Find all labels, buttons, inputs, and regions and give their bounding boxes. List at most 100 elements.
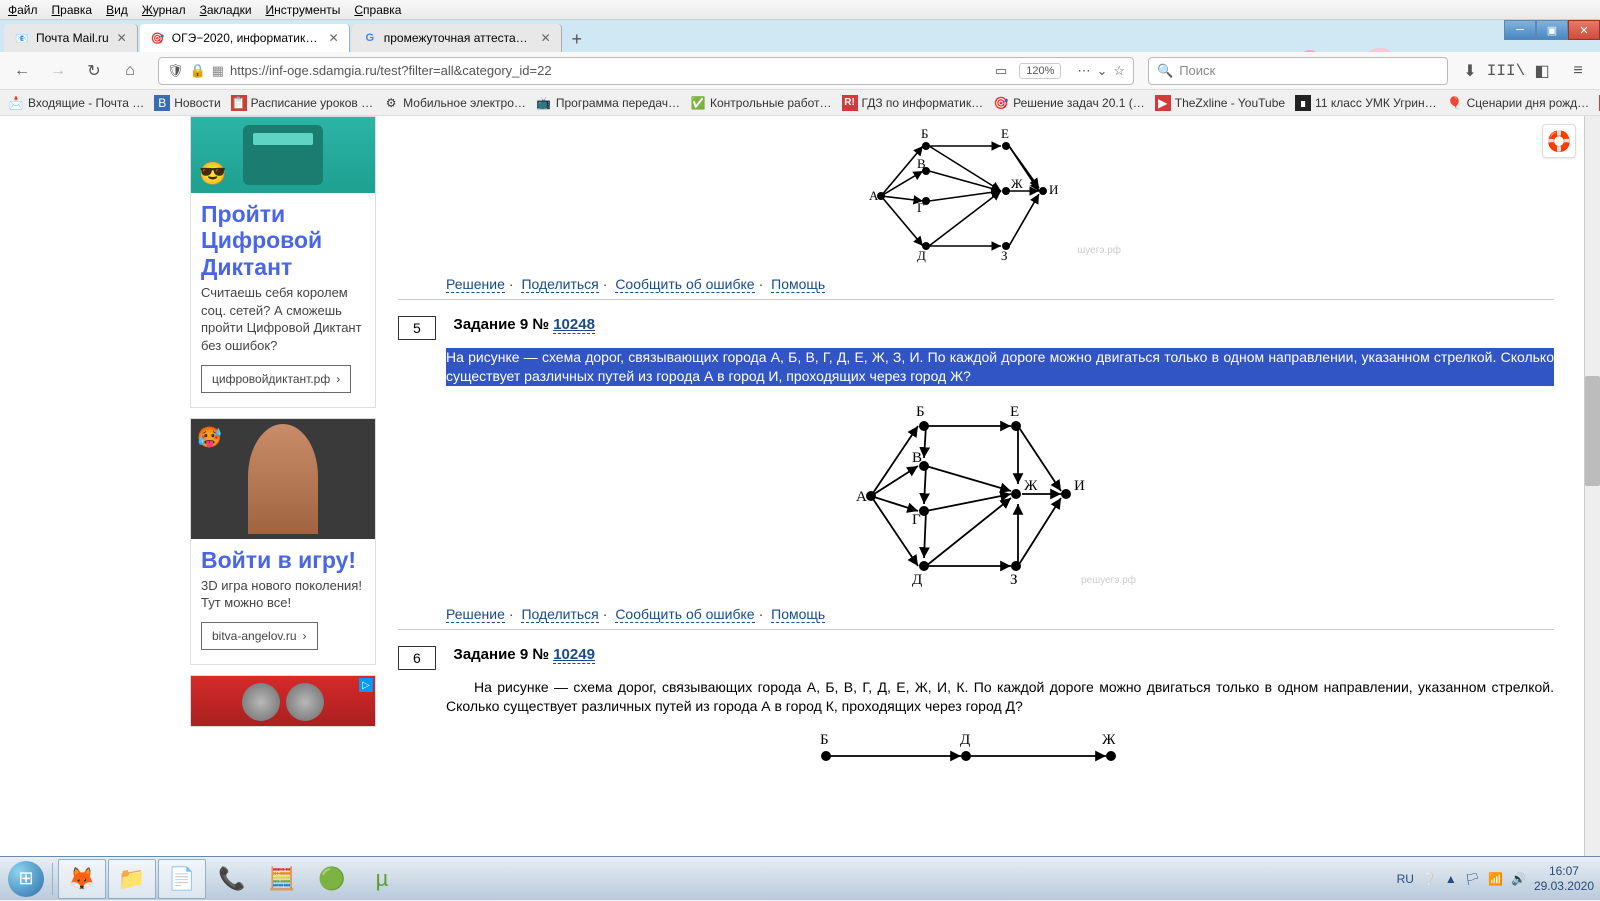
tab-sdamgia[interactable]: 🎯 ОГЭ−2020, информатика: задания,… ✕ (140, 24, 350, 52)
bookmark-item[interactable]: ∎11 класс УМК Угрин… (1295, 95, 1437, 111)
chevron-right-icon: › (303, 629, 307, 643)
solution-link[interactable]: Решение (446, 606, 505, 623)
ad-link-button[interactable]: цифровойдиктант.рф› (201, 365, 351, 393)
bookmark-item[interactable]: 📺Программа передач… (536, 95, 680, 111)
svg-text:Д: Д (912, 572, 922, 588)
bookmark-item[interactable]: BНовости (154, 95, 220, 111)
solution-link[interactable]: Решение (446, 276, 505, 293)
help-link[interactable]: Помощь (771, 606, 825, 623)
back-button[interactable]: ← (8, 57, 36, 85)
reader-icon[interactable]: ▭ (995, 63, 1007, 79)
tab-label: промежуточная аттестация 9 класс… (384, 31, 533, 45)
maximize-button[interactable]: ▣ (1536, 20, 1568, 40)
ad-image (191, 676, 375, 727)
task-links: Решение· Поделиться· Сообщить об ошибке·… (446, 606, 1554, 623)
windows-taskbar: 🦊 📁 📄 📞 🧮 🟢 µ RU ❔ ▲ 🏳 📶 🔊 16:07 29.03.2… (0, 856, 1600, 900)
task-id-link[interactable]: 10249 (553, 646, 595, 664)
more-icon[interactable]: ⋯ (1077, 63, 1090, 79)
vertical-scrollbar[interactable] (1584, 116, 1600, 856)
star-icon[interactable]: ☆ (1113, 63, 1125, 79)
bookmark-item[interactable]: 🎈Сценарии дня рожд… (1447, 95, 1590, 111)
persona-image (1200, 40, 1420, 52)
task-number: 6 (398, 646, 436, 670)
task-heading: Задание 9 № 10249 (453, 646, 595, 663)
tab-mailru[interactable]: 📧 Почта Mail.ru ✕ (4, 24, 138, 52)
menu-help[interactable]: Справка (354, 3, 401, 17)
ad-block[interactable]: ▷ (190, 675, 376, 727)
forward-button[interactable]: → (44, 57, 72, 85)
task-id-link[interactable]: 10248 (553, 316, 595, 334)
tab-google[interactable]: G промежуточная аттестация 9 класс… ✕ (352, 24, 562, 52)
reload-button[interactable]: ↻ (80, 57, 108, 85)
bookmark-item[interactable]: 🎯Решение задач 20.1 (… (993, 95, 1145, 111)
bookmark-item[interactable]: R!ГДЗ по информатик… (842, 95, 984, 111)
report-error-link[interactable]: Сообщить об ошибке (615, 276, 754, 293)
scrollbar-thumb[interactable] (1585, 376, 1600, 486)
tray-chevron-icon[interactable]: ▲ (1445, 872, 1457, 886)
menu-tools[interactable]: Инструменты (266, 3, 341, 17)
start-button[interactable] (4, 857, 48, 901)
url-input[interactable]: 🛡 🔒 ▦ https://inf-oge.sdamgia.ru/test?fi… (158, 57, 1134, 85)
chrome-taskbar-icon[interactable]: 🟢 (308, 859, 356, 899)
shield-icon: 🛡 (167, 63, 184, 79)
lock-icon: 🔒 (190, 63, 206, 79)
bookmark-item[interactable]: 📋Расписание уроков … (231, 95, 373, 111)
tray-time: 16:07 (1534, 864, 1594, 878)
bookmark-item[interactable]: ⚙Мобильное электро… (383, 95, 526, 111)
word-taskbar-icon[interactable]: 📄 (158, 859, 206, 899)
svg-text:Г: Г (912, 512, 921, 528)
sidebar-button[interactable]: ◧ (1528, 57, 1556, 85)
explorer-taskbar-icon[interactable]: 📁 (108, 859, 156, 899)
menu-view[interactable]: Вид (106, 3, 128, 17)
check-icon: ✅ (690, 95, 706, 111)
svg-text:А: А (856, 489, 867, 505)
task-text[interactable]: На рисунке — схема дорог, связывающих го… (446, 348, 1554, 386)
ad-block[interactable]: ✕ Войти в иг­ру! 3D игра нового поколе­н… (190, 418, 376, 666)
close-icon[interactable]: ✕ (117, 31, 127, 45)
bookmark-item[interactable]: ▶TheZxline - YouTube (1155, 95, 1285, 111)
ad-block[interactable]: Пройти Цифровой Диктант Считаешь себя ко… (190, 116, 376, 408)
menu-history[interactable]: Журнал (142, 3, 186, 17)
share-link[interactable]: Поделиться (521, 276, 598, 293)
zoom-level[interactable]: 120% (1019, 63, 1061, 79)
downloads-button[interactable]: ⬇ (1456, 57, 1484, 85)
ad-link-button[interactable]: bitva-angelov.ru› (201, 622, 318, 650)
task-item: 6 Задание 9 № 10249 На рисунке — схема д… (398, 629, 1554, 782)
library-button[interactable]: III\ (1492, 57, 1520, 85)
close-window-button[interactable]: ✕ (1568, 20, 1600, 40)
bookmark-item[interactable]: ✅Контрольные работ… (690, 95, 832, 111)
bookmark-label: Программа передач… (556, 96, 680, 110)
adchoices-icon[interactable]: ▷ (359, 678, 373, 692)
minimize-button[interactable]: ─ (1504, 20, 1536, 40)
menu-bookmarks[interactable]: Закладки (200, 3, 252, 17)
pocket-icon[interactable]: ⌄ (1096, 63, 1107, 79)
help-link[interactable]: Помощь (771, 276, 825, 293)
volume-tray-icon[interactable]: 🔊 (1511, 872, 1526, 886)
new-tab-button[interactable]: + (564, 26, 590, 52)
tray-clock[interactable]: 16:07 29.03.2020 (1534, 864, 1594, 893)
bookmark-item[interactable]: 📩Входящие - Почта … (8, 95, 144, 111)
target-icon: 🎯 (150, 30, 166, 46)
svg-text:Б: Б (921, 126, 928, 141)
menu-file[interactable]: Файл (8, 3, 38, 17)
help-tray-icon[interactable]: ❔ (1422, 872, 1437, 886)
svg-text:Ж: Ж (1024, 478, 1038, 494)
home-button[interactable]: ⌂ (116, 57, 144, 85)
hamburger-button[interactable]: ≡ (1564, 57, 1592, 85)
close-icon[interactable]: ✕ (541, 31, 551, 45)
utorrent-taskbar-icon[interactable]: µ (358, 859, 406, 899)
svg-text:Ж: Ж (1102, 732, 1116, 748)
calc-taskbar-icon[interactable]: 🧮 (258, 859, 306, 899)
network-tray-icon[interactable]: 📶 (1488, 872, 1503, 886)
search-input[interactable]: 🔍 Поиск (1148, 57, 1448, 85)
svg-text:З: З (1001, 248, 1008, 263)
menu-edit[interactable]: Правка (52, 3, 93, 17)
tray-lang[interactable]: RU (1397, 872, 1414, 886)
menu-bar: Файл Правка Вид Журнал Закладки Инструме… (0, 0, 1600, 20)
share-link[interactable]: Поделиться (521, 606, 598, 623)
close-icon[interactable]: ✕ (329, 31, 339, 45)
firefox-taskbar-icon[interactable]: 🦊 (58, 859, 106, 899)
report-error-link[interactable]: Сообщить об ошибке (615, 606, 754, 623)
viber-taskbar-icon[interactable]: 📞 (208, 859, 256, 899)
flag-tray-icon[interactable]: 🏳 (1465, 872, 1480, 886)
